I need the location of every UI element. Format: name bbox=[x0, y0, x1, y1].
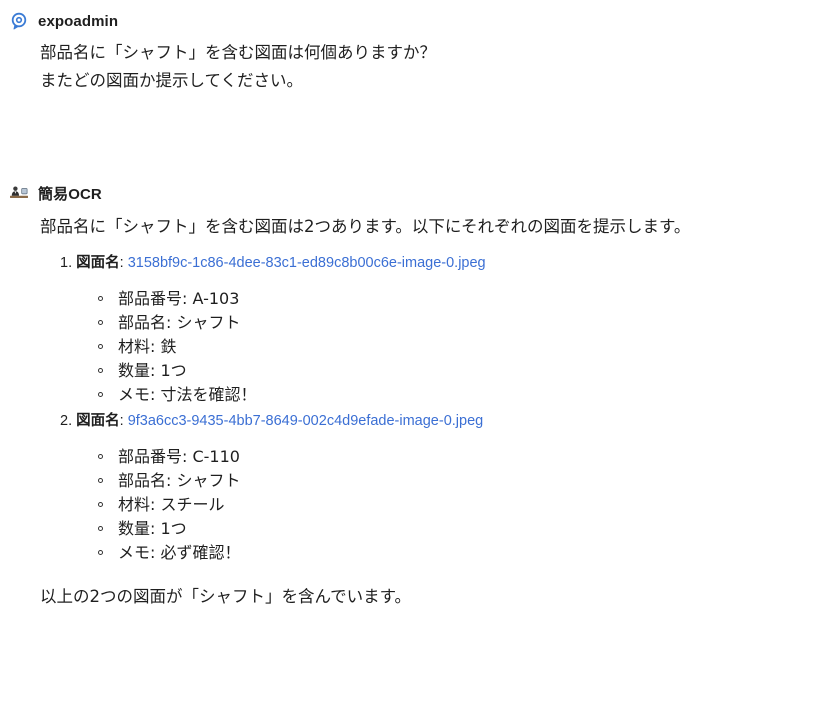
detail-item: メモ: 必ず確認！ bbox=[98, 541, 833, 565]
drawing-number: 1. bbox=[60, 255, 73, 271]
user-message-line: 部品名に「シャフト」を含む図面は何個ありますか？ bbox=[40, 43, 436, 62]
bullet-icon bbox=[98, 550, 103, 555]
person-at-desk-icon bbox=[10, 184, 28, 202]
user-message-header: expoadmin bbox=[0, 10, 833, 32]
drawing-details: 部品番号: A-103 部品名: シャフト 材料: 鉄 数量: 1つ メモ: 寸… bbox=[60, 287, 833, 407]
detail-item: 部品名: シャフト bbox=[98, 311, 833, 335]
detail-text: メモ: 寸法を確認！ bbox=[118, 385, 257, 404]
bot-message-header: 簡易OCR bbox=[0, 182, 833, 204]
user-name: expoadmin bbox=[38, 12, 119, 30]
detail-text: 数量: 1つ bbox=[118, 519, 187, 538]
drawing-details: 部品番号: C-110 部品名: シャフト 材料: スチール 数量: 1つ メモ… bbox=[60, 445, 833, 565]
bot-intro: 部品名に「シャフト」を含む図面は2つあります。以下にそれぞれの図面を提示します。 bbox=[40, 217, 691, 236]
detail-item: 材料: 鉄 bbox=[98, 335, 833, 359]
detail-text: 材料: スチール bbox=[118, 495, 225, 514]
detail-text: 材料: 鉄 bbox=[118, 337, 177, 356]
detail-item: 部品名: シャフト bbox=[98, 469, 833, 493]
detail-item: メモ: 寸法を確認！ bbox=[98, 383, 833, 407]
detail-text: メモ: 必ず確認！ bbox=[118, 543, 241, 562]
detail-item: 数量: 1つ bbox=[98, 517, 833, 541]
bullet-icon bbox=[98, 344, 103, 349]
bullet-icon bbox=[98, 478, 103, 483]
bot-name: 簡易OCR bbox=[38, 185, 102, 203]
bot-closing: 以上の2つの図面が「シャフト」を含んでいます。 bbox=[40, 587, 412, 606]
user-message-line: またどの図面か提示してください。 bbox=[40, 71, 304, 90]
drawing-heading: 2. 図面名: 9f3a6cc3-9435-4bb7-8649-002c4d9e… bbox=[60, 407, 833, 435]
bot-message: 簡易OCR 部品名に「シャフト」を含む図面は2つあります。以下にそれぞれの図面を… bbox=[0, 182, 833, 609]
drawing-key-label: 図面名 bbox=[76, 255, 120, 271]
bullet-icon bbox=[98, 368, 103, 373]
detail-text: 部品名: シャフト bbox=[118, 471, 241, 490]
bullet-icon bbox=[98, 526, 103, 531]
bullet-icon bbox=[98, 454, 103, 459]
bullet-icon bbox=[98, 392, 103, 397]
drawing-heading: 1. 図面名: 3158bf9c-1c86-4dee-83c1-ed89c8b0… bbox=[60, 249, 833, 277]
detail-text: 部品番号: A-103 bbox=[118, 289, 240, 308]
user-message: expoadmin 部品名に「シャフト」を含む図面は何個ありますか？ またどの図… bbox=[0, 10, 833, 95]
bullet-icon bbox=[98, 296, 103, 301]
detail-item: 材料: スチール bbox=[98, 493, 833, 517]
chat-bubble-icon bbox=[10, 12, 28, 30]
drawing-item: 1. 図面名: 3158bf9c-1c86-4dee-83c1-ed89c8b0… bbox=[60, 249, 833, 407]
drawing-key-label: 図面名 bbox=[76, 413, 120, 429]
user-message-body: 部品名に「シャフト」を含む図面は何個ありますか？ またどの図面か提示してください… bbox=[0, 39, 833, 95]
bullet-icon bbox=[98, 502, 103, 507]
drawing-file-link[interactable]: 3158bf9c-1c86-4dee-83c1-ed89c8b00c6e-ima… bbox=[128, 255, 486, 271]
detail-text: 部品番号: C-110 bbox=[118, 447, 240, 466]
drawing-number: 2. bbox=[60, 413, 73, 429]
detail-item: 部品番号: A-103 bbox=[98, 287, 833, 311]
bot-message-body: 部品名に「シャフト」を含む図面は2つあります。以下にそれぞれの図面を提示します。… bbox=[0, 213, 833, 609]
detail-item: 部品番号: C-110 bbox=[98, 445, 833, 469]
drawing-list: 1. 図面名: 3158bf9c-1c86-4dee-83c1-ed89c8b0… bbox=[40, 249, 833, 565]
detail-text: 数量: 1つ bbox=[118, 361, 187, 380]
drawing-file-link[interactable]: 9f3a6cc3-9435-4bb7-8649-002c4d9efade-ima… bbox=[128, 413, 484, 429]
bullet-icon bbox=[98, 320, 103, 325]
detail-item: 数量: 1つ bbox=[98, 359, 833, 383]
detail-text: 部品名: シャフト bbox=[118, 313, 241, 332]
drawing-key-colon: : bbox=[119, 255, 128, 271]
drawing-key-colon: : bbox=[119, 413, 128, 429]
drawing-item: 2. 図面名: 9f3a6cc3-9435-4bb7-8649-002c4d9e… bbox=[60, 407, 833, 565]
